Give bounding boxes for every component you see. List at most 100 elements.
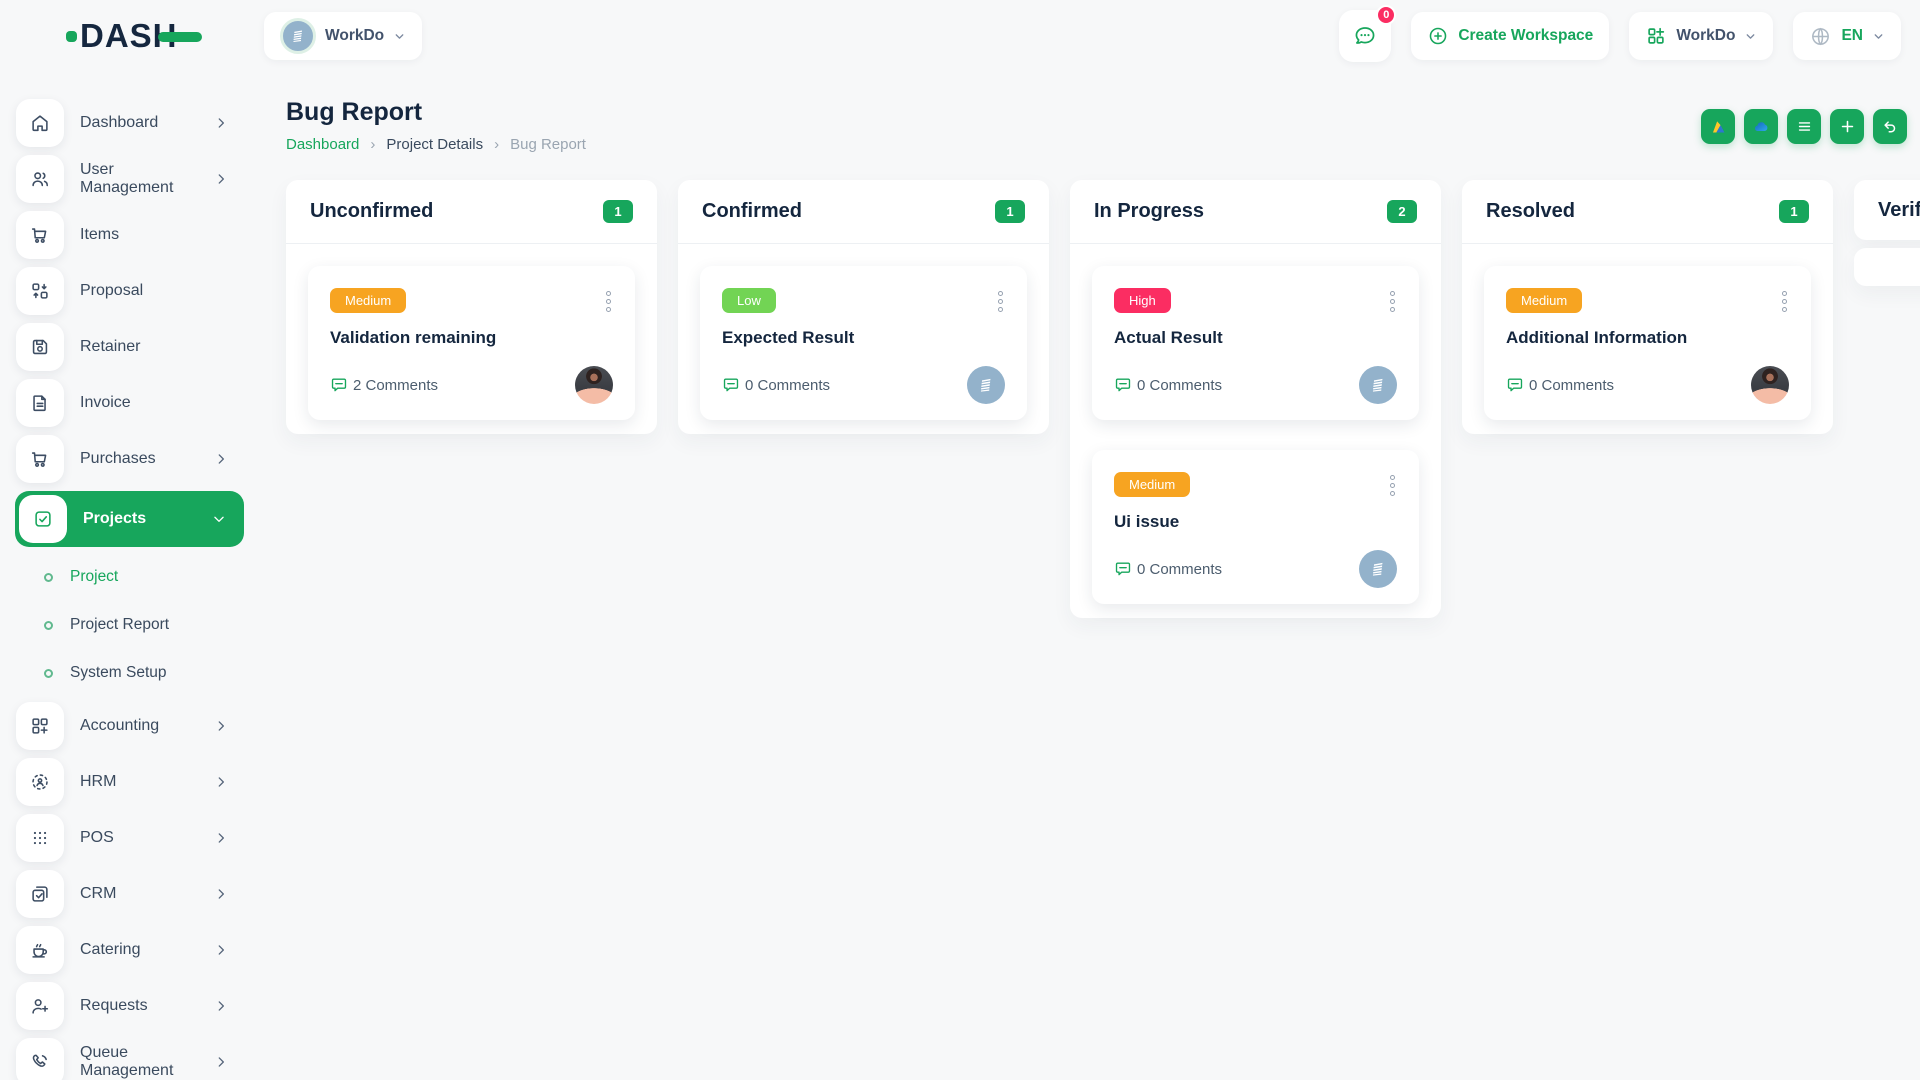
plus-circle-icon <box>1427 25 1449 47</box>
sidebar-item-dashboard[interactable]: Dashboard <box>16 99 228 147</box>
sidebar-item-hrm[interactable]: HRM <box>16 758 228 806</box>
sidebar-subitem-project[interactable]: Project <box>16 553 264 601</box>
task-card[interactable]: Medium Validation remaining 2 Comments <box>308 266 635 420</box>
sidebar-item-requests[interactable]: Requests <box>16 982 228 1030</box>
column-header: Confirmed 1 <box>678 180 1049 244</box>
workspace-avatar <box>280 18 316 54</box>
comments-count: 0 Comments <box>722 376 830 394</box>
building-icon <box>289 27 307 45</box>
document-icon <box>16 379 64 427</box>
person-plus-icon <box>16 982 64 1030</box>
card-menu-button[interactable] <box>996 288 1005 315</box>
card-menu-button[interactable] <box>1780 288 1789 315</box>
assignee-avatar[interactable] <box>967 366 1005 404</box>
column-resolved: Resolved 1 Medium Additional Information <box>1462 180 1833 434</box>
task-card[interactable]: High Actual Result 0 Comments <box>1092 266 1419 420</box>
sidebar-item-pos[interactable]: POS <box>16 814 228 862</box>
priority-badge: Medium <box>1506 288 1582 313</box>
card-menu-button[interactable] <box>1388 288 1397 315</box>
chevron-down-icon <box>393 30 406 43</box>
column-body: Low Expected Result 0 Comments <box>678 244 1049 434</box>
breadcrumb: Dashboard › Project Details › Bug Report <box>286 136 1920 153</box>
person-target-icon <box>16 758 64 806</box>
page-header: Bug Report Dashboard › Project Details ›… <box>286 98 1920 153</box>
building-icon <box>1368 559 1388 579</box>
sidebar-item-purchases[interactable]: Purchases <box>16 435 228 483</box>
chevron-right-icon <box>214 887 228 901</box>
priority-badge: Low <box>722 288 776 313</box>
bullet-icon <box>44 621 53 630</box>
breadcrumb-project-details[interactable]: Project Details <box>386 136 483 153</box>
google-drive-button[interactable] <box>1701 109 1735 144</box>
sidebar-item-user-management[interactable]: User Management <box>16 155 228 203</box>
google-drive-icon <box>1709 117 1728 136</box>
column-verified: Verified <box>1854 180 1920 286</box>
assignee-avatar[interactable] <box>575 366 613 404</box>
task-card[interactable]: Low Expected Result 0 Comments <box>700 266 1027 420</box>
sidebar-item-retainer[interactable]: Retainer <box>16 323 228 371</box>
messages-count-badge: 0 <box>1376 5 1396 25</box>
workspace-selector[interactable]: WorkDo <box>264 12 422 60</box>
logo-dot-icon <box>66 31 77 42</box>
chevron-right-icon <box>214 719 228 733</box>
grid-add-icon <box>1645 25 1667 47</box>
create-workspace-button[interactable]: Create Workspace <box>1411 12 1609 60</box>
breadcrumb-dashboard[interactable]: Dashboard <box>286 136 359 153</box>
app-switcher-button[interactable]: WorkDo <box>1629 12 1773 60</box>
sidebar: Dashboard User Management <box>0 72 264 1080</box>
assignee-avatar[interactable] <box>1359 550 1397 588</box>
sidebar-item-queue-management[interactable]: Queue Management <box>16 1038 228 1080</box>
column-count-badge: 1 <box>1779 200 1809 223</box>
bullet-icon <box>44 669 53 678</box>
column-confirmed: Confirmed 1 Low Expected Result <box>678 180 1049 434</box>
chevron-right-icon <box>214 943 228 957</box>
chevron-right-icon <box>214 775 228 789</box>
cart-icon <box>16 211 64 259</box>
onedrive-button[interactable] <box>1744 109 1778 144</box>
chevron-down-icon <box>212 512 226 526</box>
page-actions <box>1701 109 1907 144</box>
sidebar-item-crm[interactable]: CRM <box>16 870 228 918</box>
task-card[interactable]: Medium Ui issue 0 Comments <box>1092 450 1419 604</box>
sidebar-subitem-system-setup[interactable]: System Setup <box>16 649 264 697</box>
chevron-down-icon <box>1744 30 1757 43</box>
card-menu-button[interactable] <box>1388 472 1397 499</box>
assignee-avatar[interactable] <box>1359 366 1397 404</box>
sidebar-item-proposal[interactable]: Proposal <box>16 267 228 315</box>
assignee-avatar[interactable] <box>1751 366 1789 404</box>
card-menu-button[interactable] <box>604 288 613 315</box>
column-unconfirmed: Unconfirmed 1 Medium Validation remainin… <box>286 180 657 434</box>
checkbox-icon <box>19 495 67 543</box>
comments-count: 0 Comments <box>1114 376 1222 394</box>
messages-button[interactable]: 0 <box>1339 10 1391 62</box>
add-stage-button[interactable] <box>1830 109 1864 144</box>
breadcrumb-separator: › <box>494 136 499 153</box>
kanban-board: Unconfirmed 1 Medium Validation remainin… <box>286 180 1920 618</box>
comments-count: 0 Comments <box>1506 376 1614 394</box>
task-card[interactable]: Medium Additional Information 0 Comments <box>1484 266 1811 420</box>
home-icon <box>16 99 64 147</box>
column-header: In Progress 2 <box>1070 180 1441 244</box>
column-title: Confirmed <box>702 200 802 223</box>
comment-icon <box>722 376 740 394</box>
card-title: Ui issue <box>1114 512 1397 532</box>
sidebar-item-projects[interactable]: Projects <box>15 491 244 547</box>
sidebar-item-items[interactable]: Items <box>16 211 228 259</box>
topbar-actions: 0 Create Workspace Wor <box>1339 10 1920 62</box>
list-view-button[interactable] <box>1787 109 1821 144</box>
back-button[interactable] <box>1873 109 1907 144</box>
sidebar-subitem-project-report[interactable]: Project Report <box>16 601 264 649</box>
chevron-right-icon <box>214 172 228 186</box>
sidebar-item-catering[interactable]: Catering <box>16 926 228 974</box>
sidebar-item-accounting[interactable]: Accounting <box>16 702 228 750</box>
app-logo[interactable]: DASH <box>0 17 264 55</box>
chevron-right-icon <box>214 831 228 845</box>
sidebar-item-invoice[interactable]: Invoice <box>16 379 228 427</box>
language-selector[interactable]: EN <box>1793 12 1901 60</box>
app-root: DASH WorkDo <box>0 0 1920 1080</box>
phone-icon <box>16 1038 64 1080</box>
create-workspace-label: Create Workspace <box>1458 27 1593 45</box>
card-title: Expected Result <box>722 328 1005 348</box>
list-icon <box>1796 118 1813 135</box>
column-title: Unconfirmed <box>310 200 433 223</box>
